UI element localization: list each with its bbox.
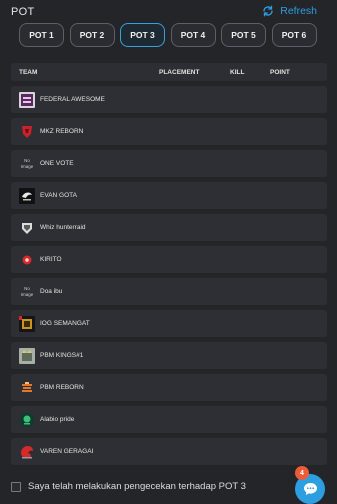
chat-notification-badge: 4 <box>295 466 309 480</box>
team-name: Whiz hunterraid <box>40 224 86 231</box>
table-row[interactable]: No Image Doa ibu <box>11 278 327 305</box>
team-list: FEDERAL AWESOME MKZ REBORN No Image ONE … <box>11 86 327 470</box>
team-name: PBM KINGS#1 <box>40 352 84 359</box>
no-image-text: No Image <box>20 158 34 169</box>
team-name: MKZ REBORN <box>40 128 84 135</box>
table-row[interactable]: Whiz hunterraid <box>11 214 327 241</box>
chat-icon <box>303 483 317 495</box>
no-image-placeholder: No Image <box>19 156 35 172</box>
federal-awesome-logo <box>19 91 35 108</box>
alabio-pride-logo <box>19 412 35 428</box>
refresh-icon <box>263 5 273 17</box>
refresh-button[interactable]: Refresh <box>262 5 317 17</box>
page-header: POT Refresh <box>0 0 337 22</box>
team-name: IOG SEMANGAT <box>40 320 90 327</box>
tab-pot-3[interactable]: POT 3 <box>120 23 165 47</box>
table-row[interactable]: MKZ REBORN <box>11 118 327 145</box>
varen-geragai-logo <box>19 444 35 460</box>
confirm-checkbox[interactable] <box>11 481 21 492</box>
team-name: Doa ibu <box>40 288 63 295</box>
tab-pot-6[interactable]: POT 6 <box>271 23 317 47</box>
column-kill: KILL <box>230 68 245 76</box>
iog-semangat-logo <box>19 315 35 332</box>
confirm-label: Saya telah melakukan pengecekan terhadap… <box>28 481 246 492</box>
column-placement: PLACEMENT <box>159 68 200 76</box>
table-row[interactable]: FEDERAL AWESOME <box>11 86 327 113</box>
no-image-placeholder: No Image <box>19 284 35 300</box>
pot-tabs: POT 1 POT 2 POT 3 POT 4 POT 5 POT 6 <box>19 23 317 47</box>
tab-pot-2[interactable]: POT 2 <box>69 23 115 47</box>
team-name: Alabio pride <box>40 416 75 423</box>
tab-pot-1[interactable]: POT 1 <box>19 23 64 47</box>
kirito-logo <box>19 252 35 268</box>
table-row[interactable]: No Image ONE VOTE <box>11 150 327 177</box>
page-title: POT <box>11 6 35 18</box>
table-row[interactable]: KIRITO <box>11 246 327 273</box>
team-name: ONE VOTE <box>40 160 74 167</box>
whiz-hunterraid-logo <box>19 220 35 236</box>
table-row[interactable]: EVAN GOTA <box>11 182 327 209</box>
column-team: TEAM <box>19 68 38 76</box>
tab-pot-4[interactable]: POT 4 <box>170 23 216 47</box>
table-row[interactable]: Alabio pride <box>11 406 327 433</box>
mkz-reborn-logo <box>19 124 35 140</box>
pbm-reborn-logo <box>19 380 35 396</box>
table-row[interactable]: VAREN GERAGAI <box>11 438 327 465</box>
no-image-text: No Image <box>20 286 34 297</box>
table-row[interactable]: IOG SEMANGAT <box>11 310 327 337</box>
confirm-row: Saya telah melakukan pengecekan terhadap… <box>11 481 246 492</box>
team-name: FEDERAL AWESOME <box>40 96 105 103</box>
team-name: PBM REBORN <box>40 384 84 391</box>
column-point: POINT <box>270 68 290 76</box>
table-header: TEAM PLACEMENT KILL POINT <box>11 63 327 81</box>
team-name: EVAN GOTA <box>40 192 77 199</box>
pbm-kings-logo <box>19 347 35 364</box>
table-row[interactable]: PBM REBORN <box>11 374 327 401</box>
table-row[interactable]: PBM KINGS#1 <box>11 342 327 369</box>
team-name: VAREN GERAGAI <box>40 448 94 455</box>
tab-pot-5[interactable]: POT 5 <box>221 23 266 47</box>
refresh-label: Refresh <box>280 5 317 17</box>
evan-gota-logo <box>19 187 35 204</box>
team-name: KIRITO <box>40 256 62 263</box>
